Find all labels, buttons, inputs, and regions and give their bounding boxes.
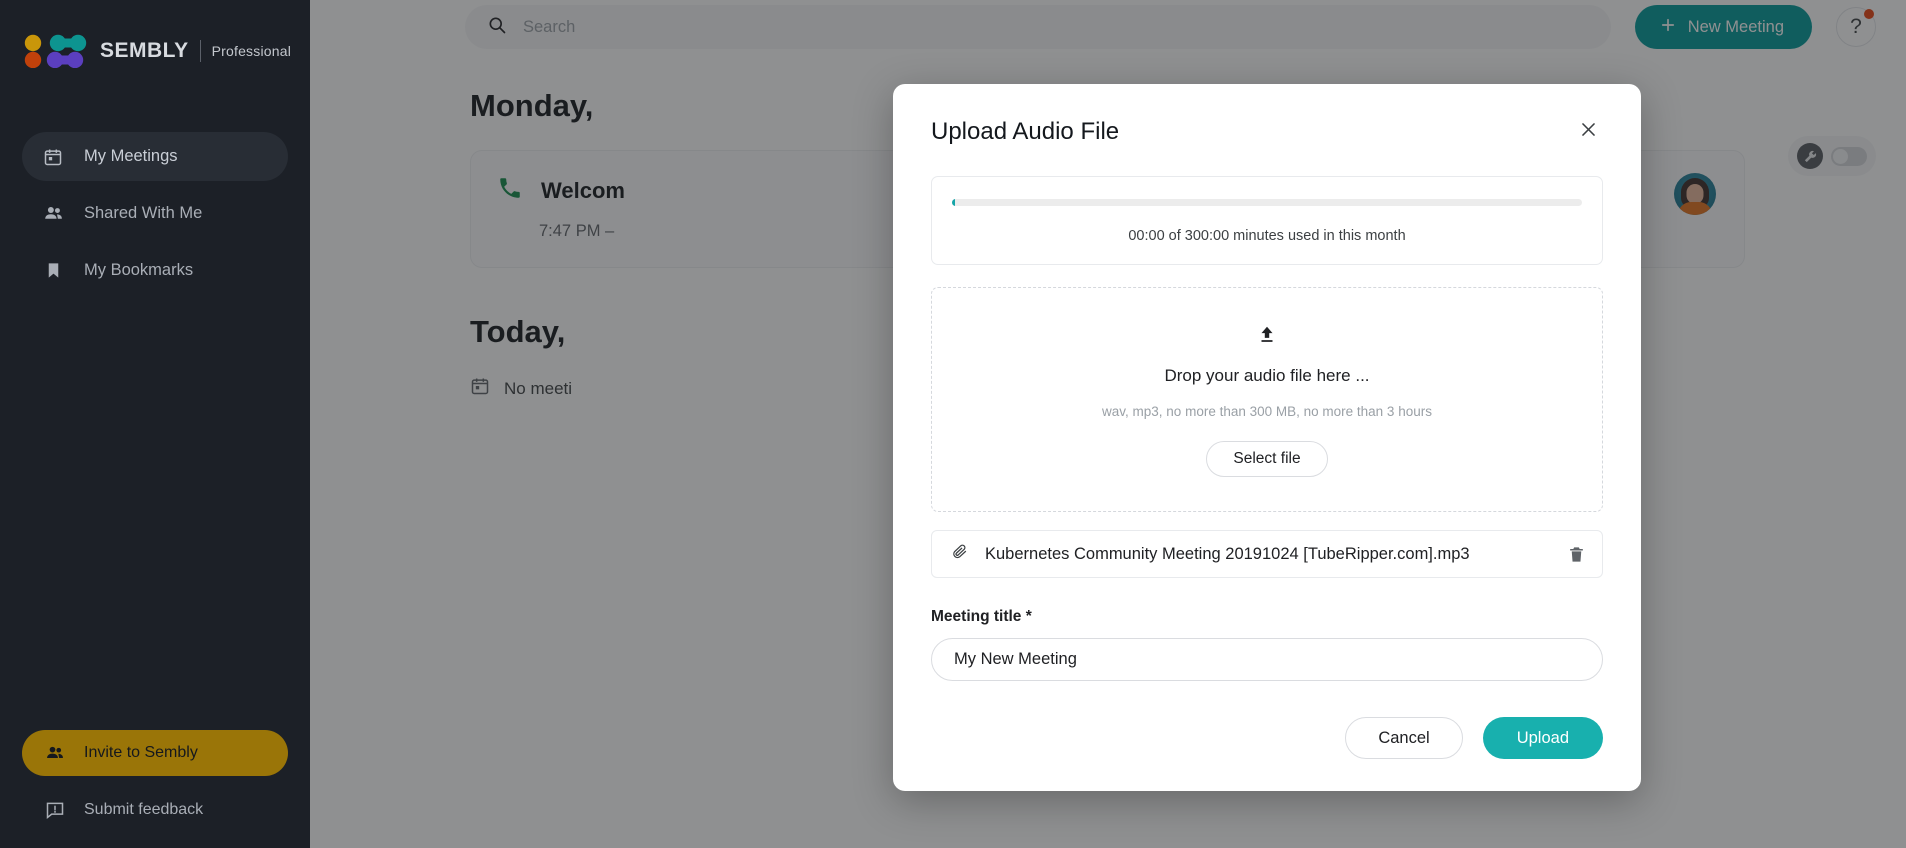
people-icon (42, 203, 64, 225)
sidebar-item-label: My Meetings (84, 147, 178, 165)
select-file-button[interactable]: Select file (1206, 441, 1328, 477)
usage-text: 00:00 of 300:00 minutes used in this mon… (1128, 228, 1406, 244)
sembly-logo-icon (24, 34, 88, 68)
feedback-icon (44, 799, 66, 821)
upload-button[interactable]: Upload (1482, 717, 1603, 759)
sidebar-item-label: Shared With Me (84, 204, 203, 222)
sidebar-item-shared-with-me[interactable]: Shared With Me (22, 189, 288, 238)
dialog-title: Upload Audio File (931, 118, 1120, 145)
dropzone-hint: wav, mp3, no more than 300 MB, no more t… (1102, 404, 1432, 419)
upload-icon (952, 324, 1582, 346)
meeting-title-input[interactable] (931, 638, 1603, 681)
dropzone-title: Drop your audio file here ... (1164, 366, 1370, 385)
brand-plan: Professional (211, 43, 292, 59)
brand-logo[interactable]: SEMBLY Professional (0, 0, 310, 70)
bookmark-icon (42, 260, 64, 282)
paperclip-icon (950, 542, 969, 566)
meeting-title-label: Meeting title * (931, 608, 1032, 625)
add-people-icon (44, 742, 66, 764)
feedback-label: Submit feedback (84, 801, 204, 818)
sidebar: SEMBLY Professional My Meetings Shared W… (0, 0, 310, 848)
delete-file-icon[interactable] (1567, 545, 1586, 564)
file-name: Kubernetes Community Meeting 20191024 [T… (985, 544, 1470, 563)
brand-name: SEMBLY (100, 39, 189, 62)
usage-progress-bar (952, 199, 1582, 206)
sidebar-bottom: Invite to Sembly Submit feedback (0, 730, 310, 832)
calendar-icon (42, 146, 64, 168)
upload-audio-dialog: Upload Audio File 00:00 of 300:00 minute… (893, 84, 1641, 791)
app-root: SEMBLY Professional My Meetings Shared W… (0, 0, 1906, 848)
sidebar-item-my-bookmarks[interactable]: My Bookmarks (22, 246, 288, 295)
main-area: Search New Meeting ? Monday, (310, 0, 1906, 848)
invite-to-sembly-button[interactable]: Invite to Sembly (22, 730, 288, 776)
sidebar-item-label: My Bookmarks (84, 261, 194, 279)
close-icon[interactable] (1573, 114, 1603, 144)
cancel-button[interactable]: Cancel (1345, 717, 1463, 759)
invite-label: Invite to Sembly (84, 744, 198, 761)
sidebar-item-my-meetings[interactable]: My Meetings (22, 132, 288, 181)
brand-divider (199, 40, 201, 62)
usage-panel: 00:00 of 300:00 minutes used in this mon… (931, 176, 1603, 265)
submit-feedback-button[interactable]: Submit feedback (22, 788, 288, 832)
selected-file-row: Kubernetes Community Meeting 20191024 [T… (931, 530, 1603, 578)
sidebar-nav: My Meetings Shared With Me My Bookmarks (0, 132, 310, 295)
file-dropzone[interactable]: Drop your audio file here ... wav, mp3, … (931, 287, 1603, 512)
usage-progress-fill (952, 199, 955, 206)
